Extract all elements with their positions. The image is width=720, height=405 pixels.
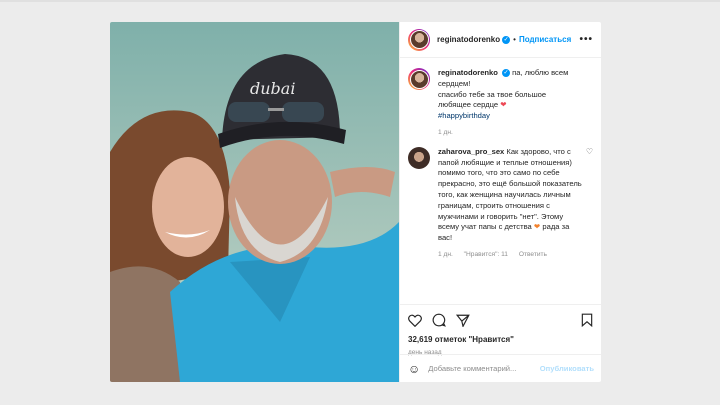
photo-illustration: dubai: [110, 22, 399, 382]
verified-badge-icon: ✓: [502, 35, 511, 44]
caption-username[interactable]: reginatodorenko: [438, 68, 498, 77]
commenter-username[interactable]: zaharova_pro_sex: [438, 147, 504, 156]
separator-dot: •: [513, 35, 516, 44]
emoji-smiley-icon[interactable]: ☺: [408, 362, 420, 376]
caption-text-2: сердцем!: [438, 78, 471, 88]
caption-avatar[interactable]: [408, 68, 430, 90]
verified-badge-icon: ✓: [502, 69, 511, 77]
reply-button[interactable]: Ответить: [519, 251, 547, 258]
orange-heart-icon: ❤: [533, 222, 541, 232]
publish-button[interactable]: Опубликовать: [540, 364, 594, 373]
comments-list: reginatodorenko ✓ па, люблю всем сердцем…: [400, 58, 601, 304]
cap-text: dubai: [250, 79, 295, 98]
caption-text-4: любящее сердце: [438, 100, 499, 110]
likes-count[interactable]: 32,619 отметок "Нравится": [408, 335, 593, 344]
save-bookmark-icon[interactable]: [581, 313, 593, 327]
browser-top-strip: [0, 0, 720, 2]
comment-likes[interactable]: "Нравится": 11: [464, 251, 508, 258]
caption: reginatodorenko ✓ па, люблю всем сердцем…: [408, 68, 593, 139]
comment-meta: 1 дн. "Нравится": 11 Ответить: [438, 250, 582, 261]
more-options-icon[interactable]: •••: [579, 34, 593, 45]
comment-input[interactable]: Добавьте комментарий...: [428, 364, 540, 373]
author-username[interactable]: reginatodorenko: [437, 35, 500, 44]
comment-like-heart-icon[interactable]: ♡: [586, 147, 593, 261]
red-heart-icon: ❤: [500, 100, 507, 110]
hashtag-link[interactable]: #happybirthday: [438, 111, 490, 120]
comment-time[interactable]: 1 дн.: [438, 251, 453, 258]
add-comment-bar: ☺ Добавьте комментарий... Опубликовать: [400, 354, 601, 382]
comment-bubble-icon[interactable]: [432, 313, 446, 327]
caption-text-3: спасибо тебе за твое большое: [438, 89, 547, 99]
share-paper-plane-icon[interactable]: [456, 314, 470, 327]
follow-button[interactable]: Подписаться: [519, 35, 571, 44]
comment-item: zaharova_pro_sex Как здорово, что с папо…: [408, 146, 593, 261]
post-header: reginatodorenko ✓ • Подписаться •••: [400, 22, 601, 58]
author-avatar[interactable]: [408, 28, 430, 51]
action-icons: [408, 311, 593, 329]
like-heart-icon[interactable]: [408, 314, 422, 327]
caption-text-1: па, люблю всем: [512, 68, 569, 77]
caption-meta: 1 дн.: [438, 128, 593, 139]
post-side-panel: reginatodorenko ✓ • Подписаться ••• regi…: [399, 22, 601, 382]
post-modal: dubai reginatodorenko ✓ • Подписаться ••…: [110, 22, 601, 382]
caption-time[interactable]: 1 дн.: [438, 129, 453, 136]
comment-text: Как здорово, что с папой любящие и теплы…: [438, 146, 582, 232]
post-photo[interactable]: dubai: [110, 22, 399, 382]
commenter-avatar[interactable]: [408, 146, 430, 169]
